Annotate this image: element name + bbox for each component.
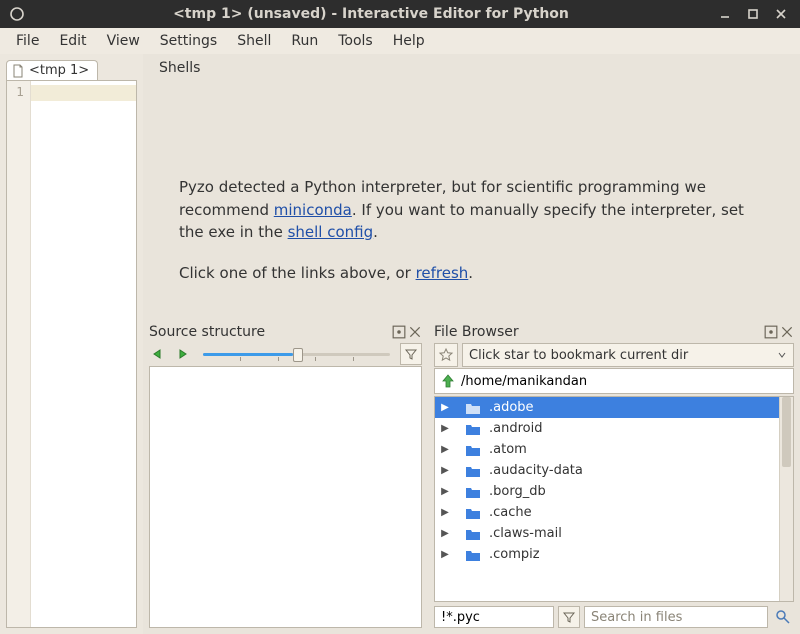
folder-icon <box>465 464 481 478</box>
file-row[interactable]: ▶ .cache <box>435 502 793 523</box>
link-refresh[interactable]: refresh <box>416 264 469 282</box>
folder-icon <box>465 422 481 436</box>
file-row-label: .adobe <box>489 400 534 415</box>
folder-icon <box>465 443 481 457</box>
menu-view[interactable]: View <box>97 30 150 52</box>
menubar: File Edit View Settings Shell Run Tools … <box>0 28 800 54</box>
expand-triangle-icon[interactable]: ▶ <box>439 528 451 539</box>
scrollbar-thumb[interactable] <box>782 397 791 467</box>
menu-help[interactable]: Help <box>383 30 435 52</box>
expand-triangle-icon[interactable]: ▶ <box>439 507 451 518</box>
file-list[interactable]: ▶ .adobe ▶ .android ▶ .atom ▶ .audacity-data ▶ .b… <box>435 397 793 601</box>
file-row-label: .compiz <box>489 547 540 562</box>
file-row[interactable]: ▶ .compiz <box>435 544 793 565</box>
pane-close-icon[interactable] <box>408 325 422 339</box>
folder-icon <box>465 548 481 562</box>
file-row-label: .claws-mail <box>489 526 562 541</box>
editor-tab[interactable]: <tmp 1> <box>6 60 98 80</box>
file-row-label: .atom <box>489 442 527 457</box>
menu-settings[interactable]: Settings <box>150 30 227 52</box>
line-number: 1 <box>7 85 24 99</box>
folder-icon <box>465 401 481 415</box>
file-row[interactable]: ▶ .atom <box>435 439 793 460</box>
pane-undock-icon[interactable] <box>764 325 778 339</box>
editor-tab-label: <tmp 1> <box>29 63 89 78</box>
file-icon <box>11 64 25 78</box>
folder-icon <box>465 527 481 541</box>
pane-undock-icon[interactable] <box>392 325 406 339</box>
folder-icon <box>465 506 481 520</box>
shells-message: Pyzo detected a Python interpreter, but … <box>159 80 784 322</box>
folder-icon <box>465 485 481 499</box>
path-input[interactable] <box>461 374 789 389</box>
structure-filter-button[interactable] <box>400 343 422 365</box>
maximize-button[interactable] <box>742 3 764 25</box>
chevron-down-icon <box>777 350 787 360</box>
current-line-highlight <box>31 85 136 101</box>
slider-thumb[interactable] <box>293 348 303 362</box>
structure-slider[interactable] <box>203 347 390 361</box>
filter-pattern-input[interactable] <box>434 606 554 628</box>
link-miniconda[interactable]: miniconda <box>274 201 352 219</box>
file-row-label: .android <box>489 421 542 436</box>
expand-triangle-icon[interactable]: ▶ <box>439 423 451 434</box>
file-list-scrollbar[interactable] <box>779 397 793 601</box>
expand-triangle-icon[interactable]: ▶ <box>439 486 451 497</box>
window-title: <tmp 1> (unsaved) - Interactive Editor f… <box>34 6 708 22</box>
expand-triangle-icon[interactable]: ▶ <box>439 465 451 476</box>
source-structure-title: Source structure <box>149 324 265 340</box>
menu-edit[interactable]: Edit <box>49 30 96 52</box>
expand-triangle-icon[interactable]: ▶ <box>439 549 451 560</box>
filter-button[interactable] <box>558 606 580 628</box>
file-row-label: .cache <box>489 505 532 520</box>
file-row[interactable]: ▶ .claws-mail <box>435 523 793 544</box>
file-row[interactable]: ▶ .adobe <box>435 397 793 418</box>
menu-shell[interactable]: Shell <box>227 30 281 52</box>
file-row[interactable]: ▶ .borg_db <box>435 481 793 502</box>
close-button[interactable] <box>770 3 792 25</box>
search-button[interactable] <box>772 606 794 628</box>
file-browser-pane: File Browser Click star to bookmark curr… <box>428 322 800 634</box>
search-input[interactable] <box>584 606 768 628</box>
shells-title: Shells <box>159 60 784 76</box>
file-row-label: .audacity-data <box>489 463 583 478</box>
source-structure-pane: Source structure <box>143 322 428 634</box>
link-shell-config[interactable]: shell config <box>288 223 374 241</box>
nav-back-button[interactable] <box>149 344 169 364</box>
bookmark-combo[interactable]: Click star to bookmark current dir <box>462 343 794 367</box>
source-structure-tree[interactable] <box>149 366 422 628</box>
minimize-button[interactable] <box>714 3 736 25</box>
editor-tabrow: <tmp 1> <box>0 54 143 80</box>
menu-tools[interactable]: Tools <box>328 30 383 52</box>
file-browser-title: File Browser <box>434 324 519 340</box>
nav-forward-button[interactable] <box>173 344 193 364</box>
titlebar: <tmp 1> (unsaved) - Interactive Editor f… <box>0 0 800 28</box>
app-icon <box>8 5 26 23</box>
file-row-label: .borg_db <box>489 484 546 499</box>
line-gutter: 1 <box>7 81 31 627</box>
code-area[interactable] <box>31 81 136 627</box>
expand-triangle-icon[interactable]: ▶ <box>439 444 451 455</box>
bookmark-star-button[interactable] <box>434 343 458 367</box>
menu-file[interactable]: File <box>6 30 49 52</box>
pane-close-icon[interactable] <box>780 325 794 339</box>
parent-dir-button[interactable] <box>439 372 457 390</box>
code-editor[interactable]: 1 <box>6 80 137 628</box>
path-row <box>434 368 794 394</box>
menu-run[interactable]: Run <box>281 30 328 52</box>
file-row[interactable]: ▶ .android <box>435 418 793 439</box>
file-row[interactable]: ▶ .audacity-data <box>435 460 793 481</box>
shells-pane: Shells Pyzo detected a Python interprete… <box>143 54 800 322</box>
expand-triangle-icon[interactable]: ▶ <box>439 402 451 413</box>
bookmark-combo-text: Click star to bookmark current dir <box>469 348 688 363</box>
